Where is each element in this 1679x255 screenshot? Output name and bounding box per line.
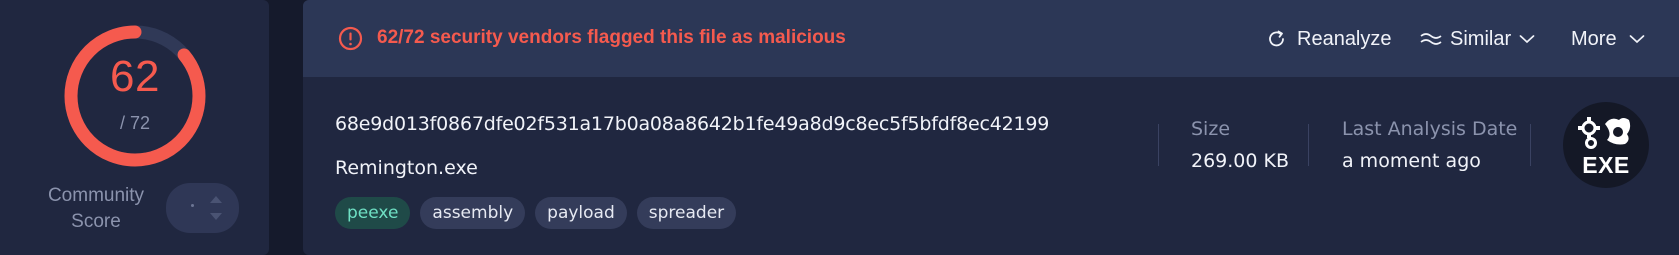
refresh-icon bbox=[1269, 30, 1284, 47]
last-analysis-date-value: a moment ago bbox=[1342, 150, 1481, 172]
tag-spreader[interactable]: spreader bbox=[636, 197, 737, 229]
detection-total: / 72 bbox=[119, 113, 151, 133]
tag-peexe[interactable]: peexe bbox=[335, 197, 411, 229]
file-summary-panel: 62/72 security vendors flagged this file… bbox=[303, 0, 1679, 255]
detection-score-card: 62 / 72 Community Score bbox=[0, 0, 269, 255]
reanalyze-label: Reanalyze bbox=[1297, 27, 1392, 50]
size-value: 269.00 KB bbox=[1191, 150, 1290, 172]
similar-label: Similar bbox=[1450, 27, 1512, 50]
more-label: More bbox=[1571, 27, 1617, 50]
community-score-dot bbox=[191, 204, 194, 207]
similar-waves-icon bbox=[1420, 33, 1442, 45]
similar-dropdown[interactable]: Similar bbox=[1420, 26, 1535, 52]
file-type-icon: EXE bbox=[1563, 102, 1649, 188]
file-hash[interactable]: 68e9d013f0867dfe02f531a17b0a08a8642b1fe4… bbox=[335, 113, 1049, 135]
divider bbox=[1158, 124, 1159, 166]
divider bbox=[1308, 124, 1309, 166]
alert-bar: 62/72 security vendors flagged this file… bbox=[303, 0, 1679, 77]
alert-circle-icon bbox=[338, 26, 363, 51]
more-dropdown[interactable]: More bbox=[1571, 26, 1645, 52]
tag-payload[interactable]: payload bbox=[535, 197, 627, 229]
gears-icon bbox=[1578, 117, 1631, 149]
file-name: Remington.exe bbox=[335, 157, 478, 179]
detection-count: 62 bbox=[110, 52, 160, 101]
size-label: Size bbox=[1191, 118, 1231, 140]
last-analysis-date-label: Last Analysis Date bbox=[1342, 118, 1518, 140]
file-tags: peexe assembly payload spreader bbox=[335, 197, 737, 229]
chevron-down-icon bbox=[1629, 35, 1644, 44]
chevron-down-icon bbox=[1519, 35, 1535, 44]
community-vote-control[interactable] bbox=[166, 183, 239, 233]
malicious-alert-text: 62/72 security vendors flagged this file… bbox=[377, 27, 846, 48]
downvote-icon[interactable] bbox=[209, 212, 223, 222]
reanalyze-button[interactable]: Reanalyze bbox=[1267, 26, 1392, 52]
file-type-label: EXE bbox=[1582, 152, 1630, 178]
upvote-icon[interactable] bbox=[209, 194, 223, 204]
tag-assembly[interactable]: assembly bbox=[420, 197, 526, 229]
divider bbox=[1530, 124, 1531, 166]
community-score-label: Community Score bbox=[47, 185, 145, 232]
